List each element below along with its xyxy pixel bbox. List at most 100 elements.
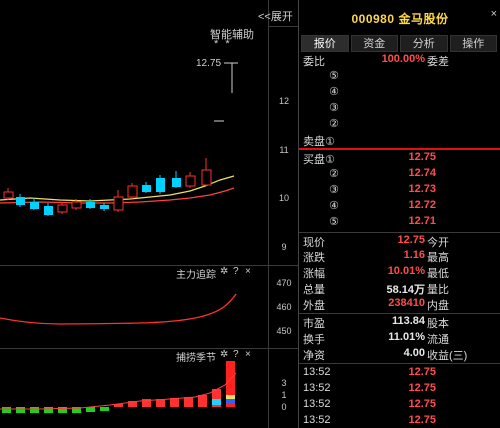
season-svg[interactable] <box>0 349 268 428</box>
stat-label-2: 今开 <box>427 237 449 249</box>
tick-row[interactable]: 13:52 12.75 <box>299 382 500 397</box>
buy-level-2: ② 12.74 <box>299 167 500 182</box>
stat-row: 涨跌 1.16 最高 <box>299 249 500 264</box>
tab-analysis[interactable]: 分析 <box>400 35 448 52</box>
buy-level-num: ③ <box>329 184 339 196</box>
sell-level-1: 卖盘① <box>299 133 500 148</box>
stat-label-2: 最低 <box>427 268 449 280</box>
tick-row[interactable]: 13:52 12.75 <box>299 414 500 428</box>
tick-row[interactable]: 13:52 12.75 <box>299 398 500 413</box>
tick-time: 13:52 <box>303 398 331 410</box>
stat-label: 现价 <box>303 237 325 249</box>
stat-value: 4.00 <box>403 347 425 359</box>
stat-row: 换手 11.01% 流通 <box>299 331 500 346</box>
buy-level-num: ⑤ <box>329 216 339 228</box>
sell-level-num: ② <box>329 118 339 130</box>
section-divider-3 <box>299 363 500 364</box>
candles <box>3 158 212 216</box>
season-bars <box>2 361 235 413</box>
buy-price: 12.72 <box>408 199 436 211</box>
buy-price: 12.74 <box>408 167 436 179</box>
season-bar <box>184 397 193 407</box>
candle-body <box>113 196 124 211</box>
sell-level-5: ⑤ <box>299 69 500 84</box>
stat-value: 11.01% <box>388 331 425 343</box>
buy-price: 12.73 <box>408 183 436 195</box>
stat-row: 现价 12.75 今开 <box>299 234 500 249</box>
stat-value: 1.16 <box>403 249 425 261</box>
stat-label: 涨跌 <box>303 252 325 264</box>
tick-price: 12.75 <box>408 414 436 426</box>
tick-time: 13:52 <box>303 366 331 378</box>
candle-body <box>86 202 95 208</box>
tick-price: 12.75 <box>408 382 436 394</box>
stat-label-2: 最高 <box>427 252 449 264</box>
season-bar <box>198 395 207 407</box>
stat-label: 外盘 <box>303 300 325 312</box>
buy-level-4: ④ 12.72 <box>299 199 500 214</box>
stat-label: 涨幅 <box>303 268 325 280</box>
quote-tabs: 报价 资金 分析 操作 <box>301 35 499 52</box>
mf-tick-460: 460 <box>276 302 292 312</box>
weibi-value: 100.00% <box>381 53 425 65</box>
sell-level-3: ③ <box>299 101 500 116</box>
stat-row: 涨幅 10.01% 最低 <box>299 265 500 280</box>
candle-body <box>127 185 138 198</box>
sell-level-4: ④ <box>299 85 500 100</box>
chart-area[interactable]: <<展开 智能辅助 * * 12.75 12 11 10 9 主力追踪 ✲ ? … <box>0 0 298 428</box>
stat-label: 换手 <box>303 334 325 346</box>
stat-label: 市盈 <box>303 318 325 330</box>
tab-funds[interactable]: 资金 <box>350 35 398 52</box>
candle-body <box>3 191 14 199</box>
tab-quote[interactable]: 报价 <box>301 35 349 52</box>
stat-label-2: 收益(三) <box>427 350 468 362</box>
weicha-label: 委差 <box>427 56 449 68</box>
buy-level-5: ⑤ 12.71 <box>299 215 500 230</box>
mf-tick-470: 470 <box>276 278 292 288</box>
buy-level-num: ② <box>329 168 339 180</box>
tick-row[interactable]: 13:52 12.75 <box>299 366 500 381</box>
season-bar <box>100 407 109 411</box>
candle-body <box>30 202 39 209</box>
main-force-svg[interactable] <box>0 266 268 348</box>
candle-body <box>156 178 165 192</box>
y-tick-11: 11 <box>279 145 289 155</box>
kline-svg[interactable] <box>0 0 268 265</box>
mf-tick-450: 450 <box>276 326 292 336</box>
stat-row: 外盘 238410 内盘 <box>299 297 500 312</box>
stock-title: 000980 金马股份 <box>299 10 500 27</box>
season-bar <box>44 407 53 413</box>
quote-header: 000980 金马股份 × <box>299 0 500 34</box>
stat-value: 238410 <box>388 297 425 309</box>
buy1-label: 买盘① <box>303 154 335 166</box>
stat-label-2: 股本 <box>427 318 449 330</box>
buy-level-num: ④ <box>329 200 339 212</box>
candle-body <box>71 201 82 209</box>
quote-panel: 000980 金马股份 × 报价 资金 分析 操作 委比 100.00% 委差 ⑤… <box>298 0 500 428</box>
stock-code: 000980 <box>351 12 395 26</box>
sell-level-num: ④ <box>329 86 339 98</box>
close-icon[interactable]: × <box>491 8 497 20</box>
buy-level-3: ③ 12.73 <box>299 183 500 198</box>
stat-value: 113.84 <box>391 315 425 327</box>
stat-value: 58.14万 <box>386 284 425 296</box>
weibi-label: 委比 <box>303 56 325 68</box>
tick-price: 12.75 <box>408 366 436 378</box>
sell-level-num: ③ <box>329 102 339 114</box>
sell-level-2: ② <box>299 117 500 132</box>
section-divider-1 <box>299 232 500 233</box>
candle-body <box>57 204 68 213</box>
stock-name: 金马股份 <box>398 12 449 26</box>
season-tick-1: 1 <box>281 390 287 400</box>
season-bar <box>2 407 11 413</box>
y-axis-divider <box>268 0 269 428</box>
tick-time: 13:52 <box>303 414 331 426</box>
season-bar-accent <box>226 399 235 404</box>
main-force-line <box>0 293 237 325</box>
sell-level-num: ⑤ <box>329 70 339 82</box>
tab-operation[interactable]: 操作 <box>449 35 497 52</box>
stat-value: 10.01% <box>387 265 425 277</box>
stat-row: 总量 58.14万 量比 <box>299 281 500 296</box>
stat-label-2: 流通 <box>427 334 449 346</box>
stat-row: 市盈 113.84 股本 <box>299 315 500 330</box>
